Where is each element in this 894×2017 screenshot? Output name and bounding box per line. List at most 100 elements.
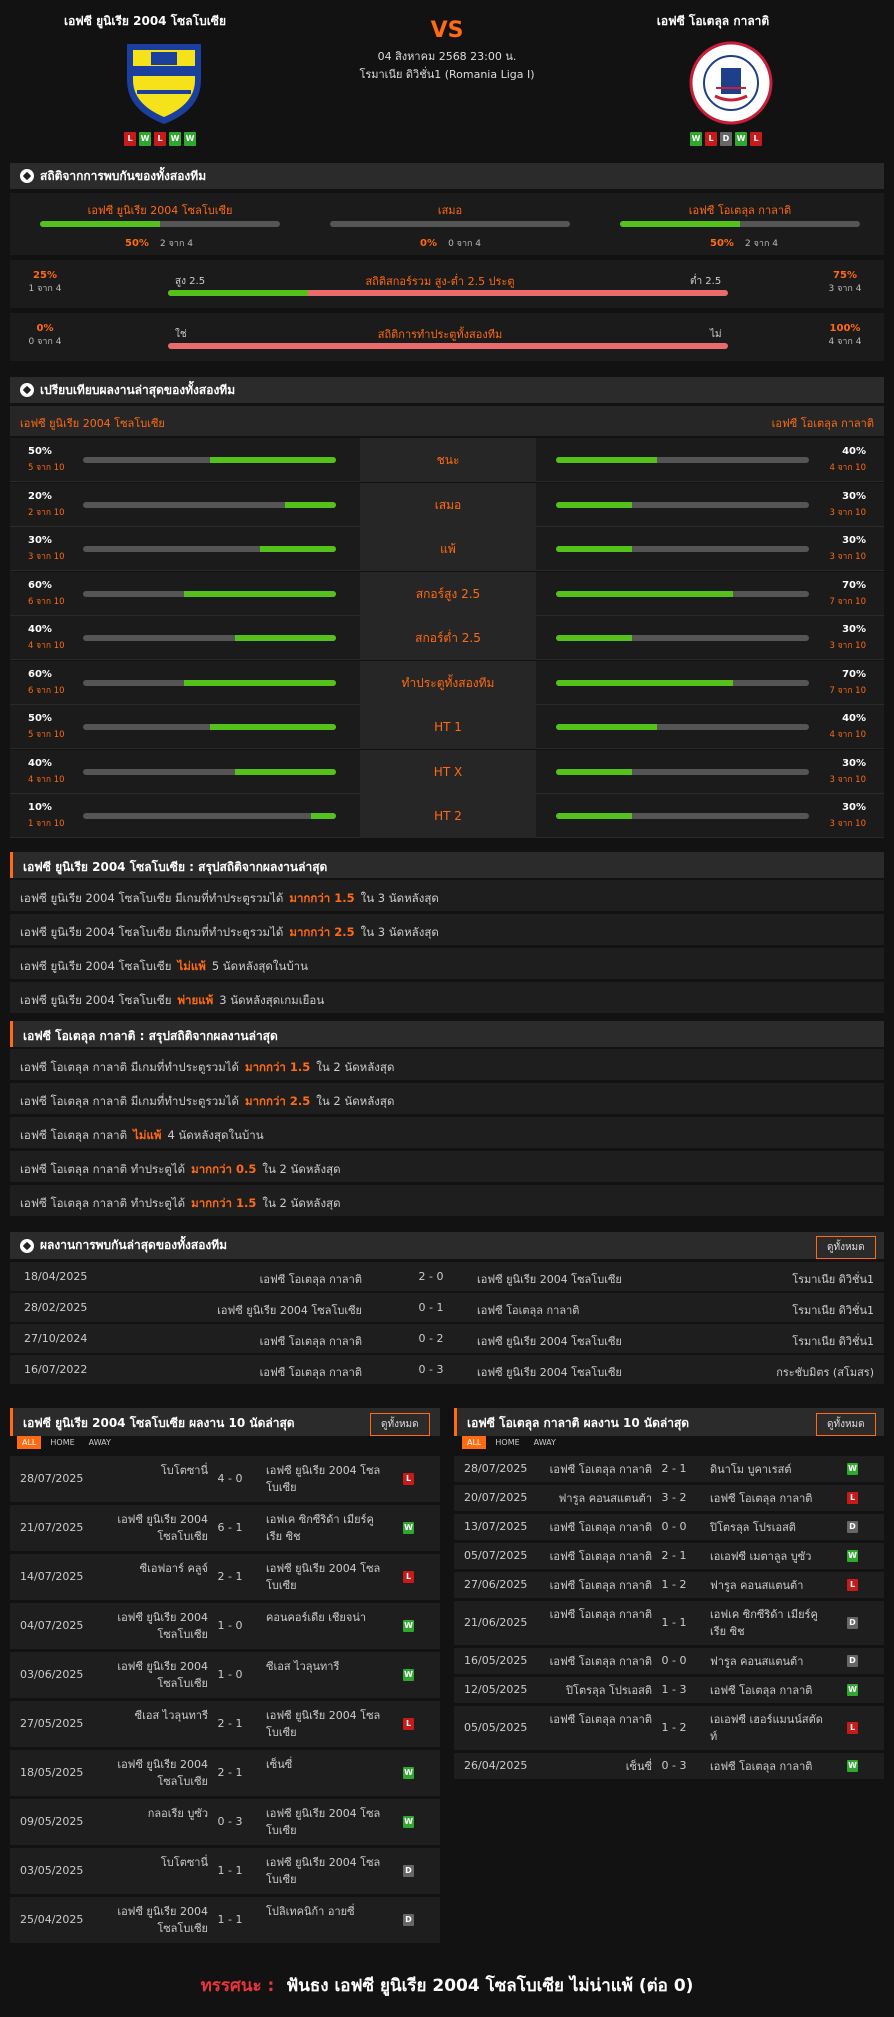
- match-score: 2 - 1: [661, 1549, 687, 1562]
- compare-label: HT 2: [360, 794, 536, 838]
- ou-box: 25% 1 จาก 4 สูง 2.5 สถิติสกอร์รวม สูง-ต่ำ…: [10, 260, 884, 308]
- away-summary-row: เอฟซี โอเตลุล กาลาติ ทำประตูได้ มากกว่า 1…: [10, 1185, 884, 1216]
- match-result-badge: L: [403, 1473, 414, 1485]
- summary-text: เอฟซี ยูนิเรีย 2004 โซลโบเซีย มีเกมที่ทำ…: [20, 891, 284, 905]
- compare-home-sub: 5 จาก 10: [28, 730, 65, 740]
- compare-away-pct: 30%: [842, 624, 866, 635]
- match-result-badge: D: [847, 1655, 858, 1667]
- compare-away-pct: 30%: [842, 535, 866, 546]
- match-result-badge: L: [847, 1579, 858, 1591]
- match-score: 2 - 1: [217, 1717, 243, 1730]
- btts-right-pct: 100%: [829, 323, 861, 334]
- away-team-logo: [689, 41, 773, 125]
- compare-away-bar: [556, 546, 809, 552]
- h2h-away-label: เอฟซี โอเตลุล กาลาติ: [688, 204, 792, 217]
- tab-all[interactable]: ALL: [17, 1436, 42, 1449]
- h2h-home: เอฟซี โอเตลุล กาลาติ: [259, 1366, 362, 1379]
- verdict: ทรรศนะ : ฟันธง เอฟซี ยูนิเรีย 2004 โซลโบ…: [0, 1972, 894, 1999]
- compare-row: 50% 5 จาก 10 ชนะ 40% 4 จาก 10: [10, 438, 884, 482]
- match-date: 20/07/2025: [464, 1491, 528, 1504]
- match-away: ปิโตรลุล โปรเอสติ: [710, 1521, 796, 1534]
- match-result-badge: D: [403, 1865, 414, 1877]
- tab-home[interactable]: HOME: [45, 1436, 79, 1449]
- compare-home-name: เอฟซี ยูนิเรีย 2004 โซลโบเซีย: [20, 417, 165, 430]
- compare-away-name: เอฟซี โอเตลุล กาลาติ: [771, 417, 874, 430]
- compare-away-sub: 4 จาก 10: [829, 730, 866, 740]
- tab-all[interactable]: ALL: [462, 1436, 487, 1449]
- away-summary-row: เอฟซี โอเตลุล กาลาติ ทำประตูได้ มากกว่า 0…: [10, 1151, 884, 1182]
- match-result-badge: W: [847, 1684, 858, 1696]
- compare-row: 60% 6 จาก 10 สกอร์สูง 2.5 70% 7 จาก 10: [10, 571, 884, 616]
- away-form-badge: W: [690, 132, 702, 146]
- home-team-name[interactable]: เอฟซี ยูนิเรีย 2004 โซลโบเซีย: [5, 12, 285, 31]
- away-last10-view-all-button[interactable]: ดูทั้งหมด: [816, 1413, 876, 1436]
- h2h-row: 16/07/2022 เอฟซี โอเตลุล กาลาติ 0 - 3 เอฟซี…: [10, 1355, 884, 1384]
- h2h-draw-sub: 0 จาก 4: [448, 239, 482, 249]
- page: { "header":{"home":"เอฟซี ยูนิเรีย 2004 …: [0, 0, 894, 2017]
- h2h-date: 27/10/2024: [24, 1332, 88, 1345]
- match-away: เอเอฟซี เฮอร์แมนน์สตัดท์: [710, 1713, 823, 1743]
- compare-home-sub: 4 จาก 10: [28, 774, 65, 785]
- match-date: 16/05/2025: [464, 1654, 528, 1667]
- tab-away[interactable]: AWAY: [84, 1436, 116, 1449]
- compare-label: สกอร์สูง 2.5: [360, 571, 536, 616]
- compare-away-bar: [556, 724, 809, 730]
- match-score: 4 - 0: [217, 1472, 243, 1485]
- summary-text: เอฟซี โอเตลุล กาลาติ ทำประตูได้: [20, 1196, 186, 1210]
- away-last-row: 05/07/2025 เอฟซี โอเตลุล กาลาติ 2 - 1 เอเอฟ…: [454, 1543, 884, 1569]
- compare-away-sub: 3 จาก 10: [829, 641, 866, 651]
- match-date: 05/07/2025: [464, 1549, 528, 1562]
- match-result-badge: D: [403, 1914, 414, 1926]
- home-last10-view-all-button[interactable]: ดูทั้งหมด: [370, 1413, 430, 1436]
- compare-home-bar: [83, 768, 336, 775]
- match-home: ปิโตรลุล โปรเอสติ: [566, 1684, 652, 1697]
- away-team-name[interactable]: เอฟซี โอเตลุล กาลาติ: [573, 12, 853, 31]
- match-score: 1 - 2: [661, 1721, 687, 1734]
- match-result-badge: L: [403, 1718, 414, 1730]
- summary-tail: ใน 2 นัดหลังสุด: [316, 1094, 395, 1108]
- match-result-badge: W: [403, 1669, 414, 1681]
- btts-left-label: ใช่: [175, 329, 187, 340]
- tab-home[interactable]: HOME: [490, 1436, 524, 1449]
- compare-label: แพ้: [360, 527, 536, 571]
- tab-away[interactable]: AWAY: [529, 1436, 561, 1449]
- btts-title: สถิติการทำประตูทั้งสองทีม: [377, 328, 503, 341]
- match-score: 0 - 0: [661, 1654, 687, 1667]
- h2h-score: 0 - 1: [418, 1301, 444, 1314]
- summary-text: เอฟซี โอเตลุล กาลาติ มีเกมที่ทำประตูรวมไ…: [20, 1094, 239, 1108]
- h2h-row: 28/02/2025 เอฟซี ยูนิเรีย 2004 โซลโบเซีย 0…: [10, 1293, 884, 1322]
- compare-header: เปรียบเทียบผลงานล่าสุดของทั้งสองทีม: [10, 377, 884, 403]
- btts-right-label: ไม่: [710, 329, 722, 340]
- match-away: เอฟเค ซิกซีริด้า เมียร์คูเรีย ซิช: [266, 1513, 374, 1543]
- match-result-badge: W: [847, 1463, 858, 1475]
- match-date: 03/06/2025: [20, 1668, 84, 1681]
- compare-home-sub: 2 จาก 10: [28, 507, 65, 518]
- compare-away-sub: 7 จาก 10: [829, 596, 866, 607]
- match-result-badge: W: [403, 1767, 414, 1779]
- compare-home-bar: [83, 546, 336, 552]
- h2h-view-all-button[interactable]: ดูทั้งหมด: [816, 1236, 876, 1259]
- match-date: 18/05/2025: [20, 1766, 84, 1779]
- summary-highlight: มากกว่า 2.5: [244, 1094, 311, 1108]
- compare-home-sub: 1 จาก 10: [28, 819, 65, 829]
- match-away: ฟารูล คอนสแตนต้า: [710, 1579, 804, 1592]
- h2h-date: 18/04/2025: [24, 1270, 88, 1283]
- home-form-badge: L: [154, 132, 166, 146]
- home-last-row: 09/05/2025 กลอเรีย บูซัว 0 - 3 เอฟซี ยูนิเร…: [10, 1799, 440, 1845]
- ou-title: สถิติสกอร์รวม สูง-ต่ำ 2.5 ประตู: [365, 275, 515, 288]
- h2h-away-pct: 50%: [710, 238, 734, 249]
- compare-home-pct: 30%: [28, 535, 52, 546]
- h2h-home-bar: [40, 221, 280, 227]
- match-home: เซ็นซี่: [625, 1760, 652, 1773]
- compare-away-bar: [556, 590, 809, 597]
- compare-away-sub: 3 จาก 10: [829, 507, 866, 518]
- compare-away-pct: 70%: [842, 668, 866, 680]
- compare-home-bar: [83, 679, 336, 686]
- match-score: 1 - 1: [661, 1616, 687, 1629]
- btts-right-sub: 4 จาก 4: [828, 337, 862, 347]
- match-date: 14/07/2025: [20, 1570, 84, 1583]
- summary-highlight: มากกว่า 0.5: [191, 1162, 257, 1176]
- match-away: เอฟเค ซิกซีริด้า เมียร์คูเรีย ซิช: [710, 1608, 818, 1638]
- match-away: คอนคอร์เดีย เชียจน่า: [266, 1611, 367, 1624]
- verdict-text: ฟันธง เอฟซี ยูนิเรีย 2004 โซลโบเซีย ไม่น…: [286, 1976, 694, 1996]
